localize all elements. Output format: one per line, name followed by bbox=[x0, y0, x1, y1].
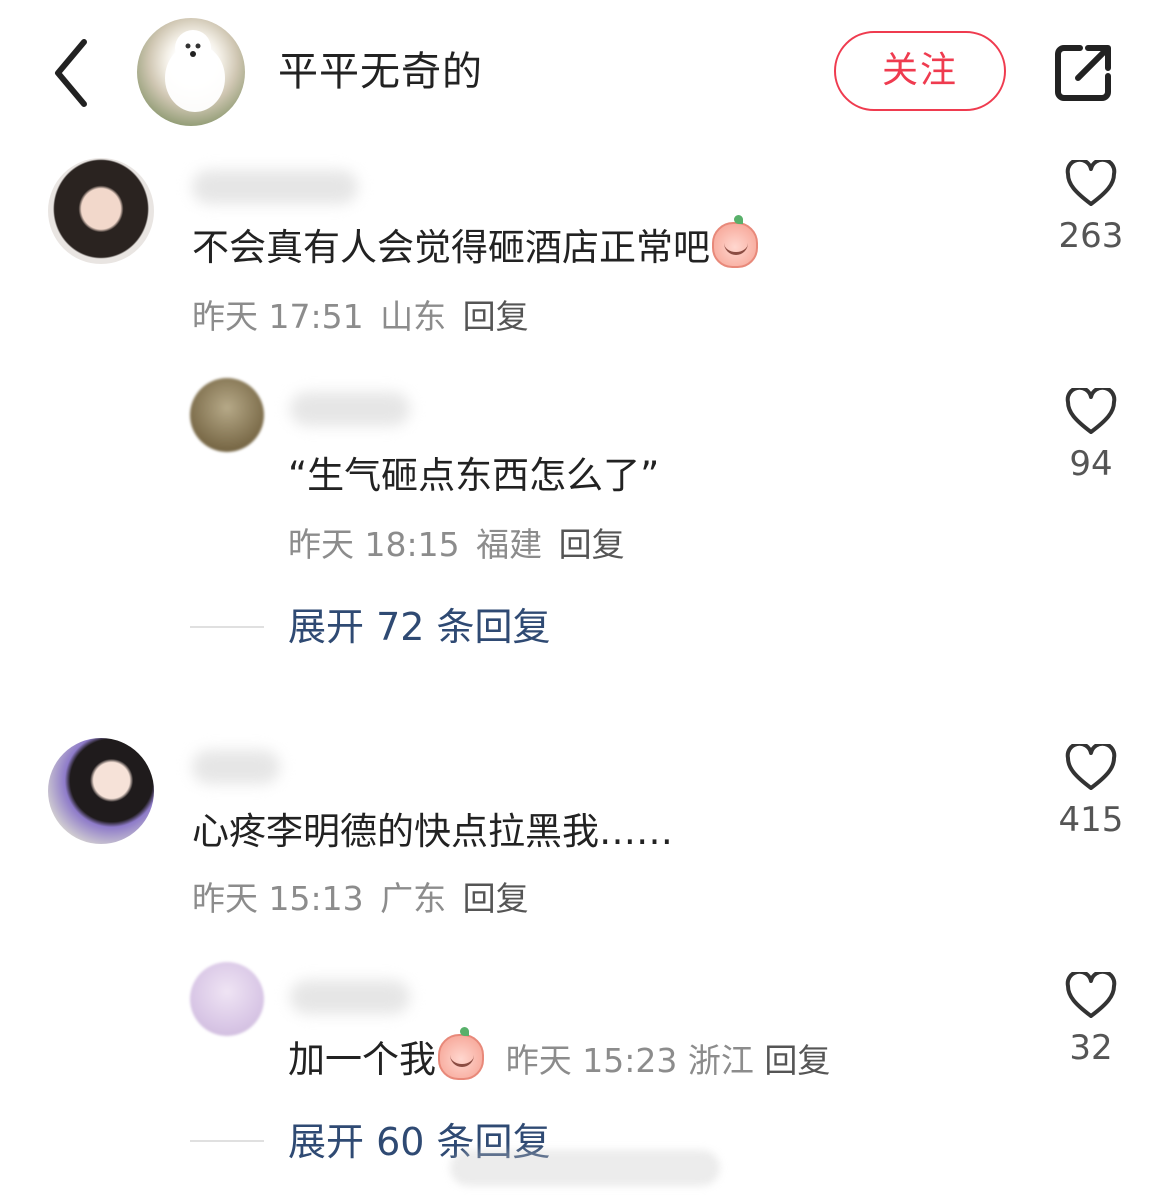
heart-icon bbox=[1065, 388, 1117, 434]
comment-text[interactable]: 不会真有人会觉得砸酒店正常吧 bbox=[192, 215, 758, 274]
chevron-left-icon bbox=[55, 39, 87, 107]
author-avatar[interactable] bbox=[137, 18, 245, 126]
replier-name[interactable] bbox=[290, 980, 410, 1014]
kissing-peach-emoji-icon bbox=[438, 1027, 484, 1080]
like-count: 94 bbox=[1069, 444, 1113, 484]
heart-icon bbox=[1065, 972, 1117, 1018]
follow-button[interactable]: 关注 bbox=[834, 31, 1006, 111]
reply-body: 加一个我 bbox=[288, 1038, 436, 1081]
replier-name[interactable] bbox=[290, 392, 410, 426]
dog-photo-icon bbox=[165, 30, 225, 112]
expand-replies-button[interactable]: 展开 72 条回复 bbox=[288, 601, 551, 653]
share-icon bbox=[1055, 45, 1111, 101]
divider bbox=[190, 626, 264, 628]
commenter-name[interactable] bbox=[192, 170, 358, 204]
comment-time: 昨天 17:51 bbox=[192, 297, 364, 336]
like-button[interactable]: 415 bbox=[1056, 744, 1126, 842]
comment-meta: 昨天 17:51 山东 回复 bbox=[192, 294, 529, 340]
comment-time: 昨天 15:13 bbox=[192, 879, 364, 918]
like-button[interactable]: 94 bbox=[1056, 388, 1126, 486]
comment-location: 广东 bbox=[380, 879, 447, 918]
like-button[interactable]: 32 bbox=[1056, 972, 1126, 1070]
reply-meta: 昨天 15:23 浙江 回复 bbox=[506, 1041, 831, 1080]
replier-avatar[interactable] bbox=[190, 378, 264, 452]
author-name[interactable]: 平平无奇的 bbox=[278, 44, 483, 100]
like-count: 263 bbox=[1058, 216, 1124, 256]
reply-location: 福建 bbox=[476, 525, 543, 564]
reply-time: 昨天 15:23 bbox=[505, 1041, 678, 1080]
reply-text[interactable]: “生气砸点东西怎么了” bbox=[288, 450, 659, 502]
reply-meta: 昨天 18:15 福建 回复 bbox=[288, 522, 625, 568]
like-count: 415 bbox=[1058, 800, 1124, 840]
divider bbox=[190, 1140, 264, 1142]
like-button[interactable]: 263 bbox=[1056, 160, 1126, 258]
commenter-name[interactable] bbox=[192, 750, 280, 784]
like-count: 32 bbox=[1069, 1028, 1113, 1068]
watermark bbox=[450, 1150, 720, 1186]
comment-meta: 昨天 15:13 广东 回复 bbox=[192, 876, 529, 922]
reply-text[interactable]: 加一个我 昨天 15:23 浙江 回复 bbox=[288, 1027, 831, 1087]
replier-avatar[interactable] bbox=[190, 962, 264, 1036]
reply-button[interactable]: 回复 bbox=[463, 879, 529, 918]
comment-text[interactable]: 心疼李明德的快点拉黑我…… bbox=[192, 806, 673, 858]
smiling-peach-emoji-icon bbox=[712, 215, 758, 268]
comment-body: 不会真有人会觉得砸酒店正常吧 bbox=[192, 226, 710, 269]
reply-button[interactable]: 回复 bbox=[559, 525, 625, 564]
share-button[interactable] bbox=[1052, 42, 1114, 104]
commenter-avatar[interactable] bbox=[48, 738, 154, 844]
back-button[interactable] bbox=[48, 36, 102, 110]
reply-button[interactable]: 回复 bbox=[764, 1041, 830, 1080]
reply-location: 浙江 bbox=[687, 1041, 754, 1080]
commenter-avatar[interactable] bbox=[48, 158, 154, 264]
heart-icon bbox=[1065, 160, 1117, 206]
comment-location: 山东 bbox=[380, 297, 447, 336]
heart-icon bbox=[1065, 744, 1117, 790]
reply-button[interactable]: 回复 bbox=[463, 297, 529, 336]
reply-time: 昨天 18:15 bbox=[288, 525, 460, 564]
